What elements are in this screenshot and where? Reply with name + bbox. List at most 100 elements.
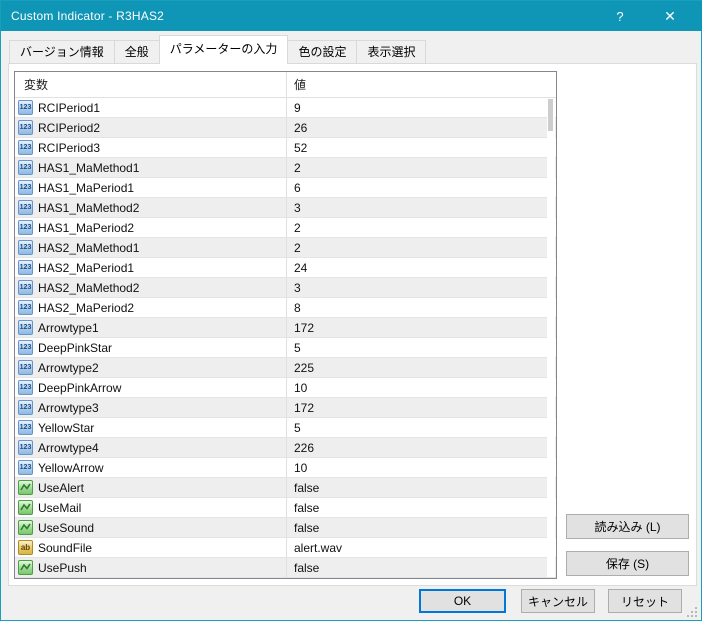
parameter-name: YellowArrow xyxy=(38,460,104,475)
parameter-name-cell: 123 DeepPinkArrow xyxy=(15,378,286,397)
parameter-value-cell[interactable]: 24 xyxy=(286,258,556,277)
table-row[interactable]: 123 Arrowtype2 225 xyxy=(15,358,556,378)
parameter-value-cell[interactable]: 6 xyxy=(286,178,556,197)
table-row[interactable]: 123 RCIPeriod1 9 xyxy=(15,98,556,118)
integer-icon: 123 xyxy=(18,300,33,315)
parameter-value-cell[interactable]: 226 xyxy=(286,438,556,457)
table-row[interactable]: 123 RCIPeriod2 26 xyxy=(15,118,556,138)
parameter-name: HAS1_MaPeriod2 xyxy=(38,220,135,235)
parameter-name-cell: 123 HAS1_MaMethod1 xyxy=(15,158,286,177)
parameter-name-cell: 123 HAS1_MaPeriod2 xyxy=(15,218,286,237)
table-row[interactable]: 123 HAS2_MaPeriod1 24 xyxy=(15,258,556,278)
integer-icon: 123 xyxy=(18,180,33,195)
table-row[interactable]: 123 HAS1_MaPeriod2 2 xyxy=(15,218,556,238)
integer-icon: 123 xyxy=(18,280,33,295)
table-row[interactable]: 123 Arrowtype3 172 xyxy=(15,398,556,418)
parameter-rows: 123 RCIPeriod1 9 123 RCIPeriod2 26 123 RCIPerio… xyxy=(15,98,556,578)
table-row[interactable]: 123 HAS1_MaMethod2 3 xyxy=(15,198,556,218)
tab-version-info[interactable]: バージョン情報 xyxy=(9,40,115,64)
parameter-value-cell[interactable]: 52 xyxy=(286,138,556,157)
help-icon[interactable]: ? xyxy=(597,1,643,31)
table-row[interactable]: 123 YellowStar 5 xyxy=(15,418,556,438)
close-icon[interactable]: ✕ xyxy=(647,1,693,31)
parameter-value-cell[interactable]: 5 xyxy=(286,418,556,437)
parameter-name-cell: 123 Arrowtype3 xyxy=(15,398,286,417)
parameter-name-cell: 123 RCIPeriod3 xyxy=(15,138,286,157)
table-row[interactable]: UseAlert false xyxy=(15,478,556,498)
save-button[interactable]: 保存 (S) xyxy=(566,551,689,576)
parameter-name-cell: 123 Arrowtype4 xyxy=(15,438,286,457)
parameter-name: UseMail xyxy=(38,500,82,515)
table-row[interactable]: 123 HAS1_MaPeriod1 6 xyxy=(15,178,556,198)
parameter-value-cell[interactable]: false xyxy=(286,518,556,537)
table-row[interactable]: 123 DeepPinkStar 5 xyxy=(15,338,556,358)
column-header-value: 値 xyxy=(286,72,556,97)
vertical-scrollbar[interactable] xyxy=(547,98,555,577)
parameter-name: RCIPeriod2 xyxy=(38,120,101,135)
integer-icon: 123 xyxy=(18,380,33,395)
integer-icon: 123 xyxy=(18,440,33,455)
parameter-value-cell[interactable]: 172 xyxy=(286,398,556,417)
integer-icon: 123 xyxy=(18,320,33,335)
tab-common[interactable]: 全般 xyxy=(113,40,160,64)
table-row[interactable]: 123 HAS1_MaMethod1 2 xyxy=(15,158,556,178)
table-row[interactable]: ab SoundFile alert.wav xyxy=(15,538,556,558)
parameter-name: YellowStar xyxy=(38,420,95,435)
parameter-value-cell[interactable]: 2 xyxy=(286,238,556,257)
parameter-value-cell[interactable]: false xyxy=(286,478,556,497)
load-button[interactable]: 読み込み (L) xyxy=(566,514,689,539)
reset-button[interactable]: リセット xyxy=(608,589,682,613)
table-row[interactable]: 123 HAS2_MaMethod2 3 xyxy=(15,278,556,298)
tab-visualization[interactable]: 表示選択 xyxy=(356,40,427,64)
table-row[interactable]: UsePush false xyxy=(15,558,556,578)
parameter-value-cell[interactable]: 9 xyxy=(286,98,556,117)
parameter-value-cell[interactable]: false xyxy=(286,558,556,577)
integer-icon: 123 xyxy=(18,100,33,115)
parameter-value-cell[interactable]: 8 xyxy=(286,298,556,317)
parameter-name-cell: 123 RCIPeriod1 xyxy=(15,98,286,117)
parameter-value-cell[interactable]: false xyxy=(286,498,556,517)
integer-icon: 123 xyxy=(18,460,33,475)
table-row[interactable]: UseSound false xyxy=(15,518,556,538)
table-row[interactable]: 123 Arrowtype4 226 xyxy=(15,438,556,458)
parameter-value-cell[interactable]: 10 xyxy=(286,458,556,477)
table-row[interactable]: 123 HAS2_MaPeriod2 8 xyxy=(15,298,556,318)
parameter-value-cell[interactable]: 26 xyxy=(286,118,556,137)
parameter-name: DeepPinkArrow xyxy=(38,380,122,395)
resize-grip-icon[interactable] xyxy=(686,606,698,618)
parameter-value-cell[interactable]: 172 xyxy=(286,318,556,337)
parameter-value-cell[interactable]: 3 xyxy=(286,278,556,297)
parameter-value-cell[interactable]: 5 xyxy=(286,338,556,357)
string-icon: ab xyxy=(18,540,33,555)
parameter-value-cell[interactable]: alert.wav xyxy=(286,538,556,557)
table-row[interactable]: 123 RCIPeriod3 52 xyxy=(15,138,556,158)
parameter-value-cell[interactable]: 3 xyxy=(286,198,556,217)
parameter-value-cell[interactable]: 2 xyxy=(286,218,556,237)
tab-inputs[interactable]: パラメーターの入力 xyxy=(158,35,289,64)
cancel-button[interactable]: キャンセル xyxy=(521,589,595,613)
parameter-value-cell[interactable]: 10 xyxy=(286,378,556,397)
table-row[interactable]: 123 YellowArrow 10 xyxy=(15,458,556,478)
parameter-name: UseAlert xyxy=(38,480,85,495)
tab-colors[interactable]: 色の設定 xyxy=(287,40,358,64)
title-bar[interactable]: Custom Indicator - R3HAS2 ? ✕ xyxy=(1,1,702,31)
table-row[interactable]: 123 HAS2_MaMethod1 2 xyxy=(15,238,556,258)
parameter-value-cell[interactable]: 2 xyxy=(286,158,556,177)
scrollbar-thumb[interactable] xyxy=(548,99,553,131)
ok-button[interactable]: OK xyxy=(419,589,506,613)
parameter-name-cell: 123 YellowArrow xyxy=(15,458,286,477)
table-row[interactable]: 123 DeepPinkArrow 10 xyxy=(15,378,556,398)
integer-icon: 123 xyxy=(18,400,33,415)
integer-icon: 123 xyxy=(18,160,33,175)
parameter-name: Arrowtype1 xyxy=(38,320,99,335)
parameter-name: SoundFile xyxy=(38,540,93,555)
parameter-name-cell: 123 Arrowtype2 xyxy=(15,358,286,377)
parameter-name-cell: ab SoundFile xyxy=(15,538,286,557)
parameter-name-cell: 123 RCIPeriod2 xyxy=(15,118,286,137)
table-row[interactable]: UseMail false xyxy=(15,498,556,518)
parameter-value-cell[interactable]: 225 xyxy=(286,358,556,377)
parameter-name-cell: 123 YellowStar xyxy=(15,418,286,437)
column-header-variable: 変数 xyxy=(24,78,49,92)
integer-icon: 123 xyxy=(18,120,33,135)
table-row[interactable]: 123 Arrowtype1 172 xyxy=(15,318,556,338)
